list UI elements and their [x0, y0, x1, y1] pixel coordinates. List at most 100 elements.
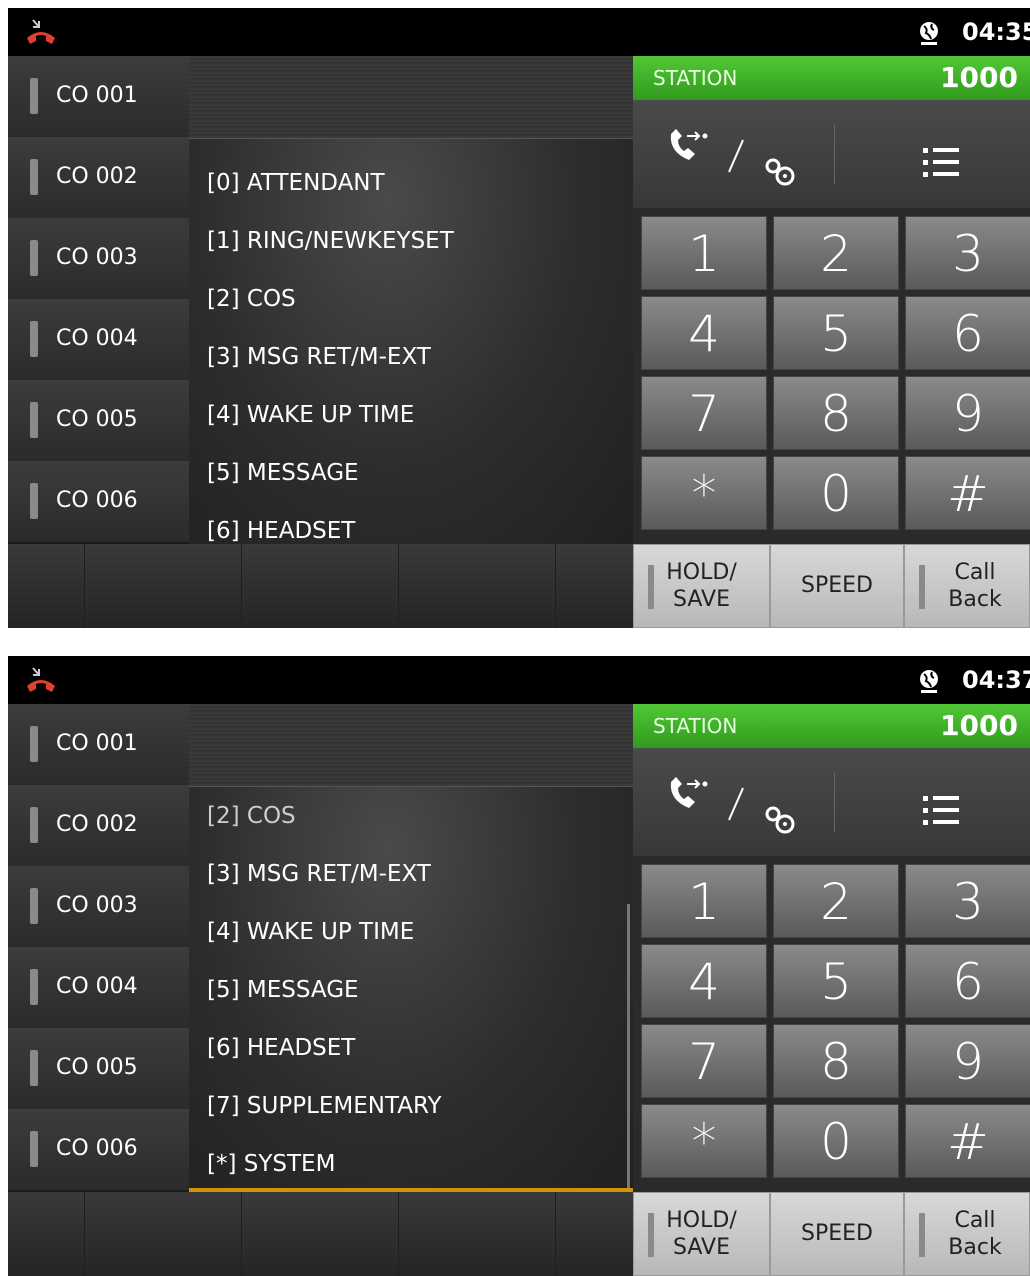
- dial-key-0[interactable]: 0: [773, 456, 899, 530]
- dial-key-6[interactable]: 6: [905, 296, 1030, 370]
- menu-item[interactable]: [3] MSG RET/M-EXT: [207, 341, 431, 373]
- divider: [398, 544, 399, 628]
- scrollbar[interactable]: [627, 904, 630, 1189]
- hold-save-label-line1: HOLD/: [666, 1208, 737, 1233]
- co-key[interactable]: CO 003: [8, 218, 189, 299]
- program-menu-panel: [0] ATTENDANT [1] RING/NEWKEYSET [2] COS…: [189, 56, 633, 544]
- menu-item[interactable]: [5] MESSAGE: [207, 974, 359, 1006]
- call-back-button[interactable]: Call Back: [904, 544, 1030, 628]
- dial-key-4[interactable]: 4: [641, 296, 767, 370]
- co-key[interactable]: CO 005: [8, 1028, 189, 1109]
- dial-key-star[interactable]: *: [641, 456, 767, 530]
- status-bar: 04:37: [8, 656, 1030, 704]
- led-indicator: [30, 1050, 38, 1086]
- menu-item[interactable]: [0] ATTENDANT: [207, 167, 385, 199]
- menu-item[interactable]: [*] SYSTEM: [207, 1148, 335, 1180]
- dial-key-hash[interactable]: #: [905, 1104, 1030, 1178]
- menu-item[interactable]: [6] HEADSET: [207, 515, 355, 544]
- list-icon: [923, 148, 959, 177]
- dial-key-7[interactable]: 7: [641, 1024, 767, 1098]
- co-key-label: CO 005: [56, 1055, 138, 1080]
- speed-button[interactable]: SPEED: [770, 544, 904, 628]
- speed-label: SPEED: [801, 1221, 873, 1246]
- dial-key-1[interactable]: 1: [641, 216, 767, 290]
- co-key[interactable]: CO 006: [8, 1109, 189, 1190]
- status-bar: 04:35: [8, 8, 1030, 56]
- co-key[interactable]: CO 004: [8, 299, 189, 380]
- dial-keypad: 1 2 3 4 5 6 7 8 9 * 0 #: [633, 208, 1030, 544]
- co-key[interactable]: CO 002: [8, 137, 189, 218]
- function-row: [633, 100, 1030, 208]
- dial-key-8[interactable]: 8: [773, 1024, 899, 1098]
- station-bar: STATION 1000: [633, 704, 1030, 748]
- co-key-label: CO 001: [56, 83, 138, 108]
- dial-key-5[interactable]: 5: [773, 944, 899, 1018]
- co-key[interactable]: CO 002: [8, 785, 189, 866]
- list-icon: [923, 796, 959, 825]
- divider: [84, 1192, 85, 1276]
- menu-item[interactable]: [2] COS: [207, 283, 296, 315]
- menu-button[interactable]: [835, 100, 1030, 208]
- menu-list[interactable]: [0] ATTENDANT [1] RING/NEWKEYSET [2] COS…: [189, 139, 633, 544]
- co-key-label: CO 002: [56, 812, 138, 837]
- dial-keypad: 1 2 3 4 5 6 7 8 9 * 0 #: [633, 856, 1030, 1192]
- globe-icon: [920, 670, 938, 693]
- menu-item[interactable]: [2] COS: [207, 800, 296, 832]
- dial-key-1[interactable]: 1: [641, 864, 767, 938]
- soft-key-bar[interactable]: [8, 1192, 633, 1276]
- dial-key-3[interactable]: 3: [905, 216, 1030, 290]
- station-label: STATION: [653, 66, 738, 90]
- dial-key-9[interactable]: 9: [905, 376, 1030, 450]
- menu-item[interactable]: [3] MSG RET/M-EXT: [207, 858, 431, 890]
- dial-key-5[interactable]: 5: [773, 296, 899, 370]
- gear-icon: [765, 806, 795, 834]
- led-indicator: [30, 321, 38, 357]
- dial-key-2[interactable]: 2: [773, 216, 899, 290]
- dial-key-star[interactable]: *: [641, 1104, 767, 1178]
- menu-item[interactable]: [4] WAKE UP TIME: [207, 399, 414, 431]
- transfer-settings-button[interactable]: [633, 100, 833, 208]
- soft-key-bar[interactable]: [8, 544, 633, 628]
- speed-label: SPEED: [801, 573, 873, 598]
- led-indicator: [30, 888, 38, 924]
- dial-key-7[interactable]: 7: [641, 376, 767, 450]
- hold-save-button[interactable]: HOLD/SAVE: [633, 1192, 770, 1276]
- dial-key-0[interactable]: 0: [773, 1104, 899, 1178]
- menu-button[interactable]: [835, 748, 1030, 856]
- menu-item[interactable]: [4] WAKE UP TIME: [207, 916, 414, 948]
- hold-save-button[interactable]: HOLD/SAVE: [633, 544, 770, 628]
- gear-icon: [765, 158, 795, 186]
- divider: [84, 544, 85, 628]
- menu-item[interactable]: [7] SUPPLEMENTARY: [207, 1090, 442, 1122]
- co-key[interactable]: CO 003: [8, 866, 189, 947]
- menu-item[interactable]: [5] MESSAGE: [207, 457, 359, 489]
- call-end-icon[interactable]: [24, 666, 58, 696]
- dial-key-9[interactable]: 9: [905, 1024, 1030, 1098]
- divider: [398, 1192, 399, 1276]
- dial-key-hash[interactable]: #: [905, 456, 1030, 530]
- menu-item[interactable]: [1] RING/NEWKEYSET: [207, 225, 454, 257]
- co-key[interactable]: CO 001: [8, 704, 189, 785]
- dial-key-2[interactable]: 2: [773, 864, 899, 938]
- call-back-button[interactable]: Call Back: [904, 1192, 1030, 1276]
- co-key[interactable]: CO 006: [8, 461, 189, 542]
- dial-key-8[interactable]: 8: [773, 376, 899, 450]
- call-end-icon[interactable]: [24, 18, 58, 48]
- co-key[interactable]: CO 004: [8, 947, 189, 1028]
- menu-item[interactable]: [6] HEADSET: [207, 1032, 355, 1064]
- co-key[interactable]: CO 005: [8, 380, 189, 461]
- dial-key-3[interactable]: 3: [905, 864, 1030, 938]
- transfer-settings-button[interactable]: [633, 748, 833, 856]
- station-number: 1000: [940, 61, 1018, 94]
- dial-key-4[interactable]: 4: [641, 944, 767, 1018]
- co-key-column: CO 001 CO 002 CO 003 CO 004 CO 005 CO 00…: [8, 56, 189, 544]
- speed-button[interactable]: SPEED: [770, 1192, 904, 1276]
- station-label: STATION: [653, 714, 738, 738]
- panel-header-strip: [189, 56, 633, 139]
- menu-list[interactable]: [2] COS [3] MSG RET/M-EXT [4] WAKE UP TI…: [189, 787, 633, 1192]
- co-key[interactable]: CO 001: [8, 56, 189, 137]
- co-key-label: CO 006: [56, 488, 138, 513]
- hold-save-label-line1: HOLD/: [666, 560, 737, 585]
- function-keys: HOLD/SAVE SPEED Call Back: [633, 1192, 1030, 1276]
- dial-key-6[interactable]: 6: [905, 944, 1030, 1018]
